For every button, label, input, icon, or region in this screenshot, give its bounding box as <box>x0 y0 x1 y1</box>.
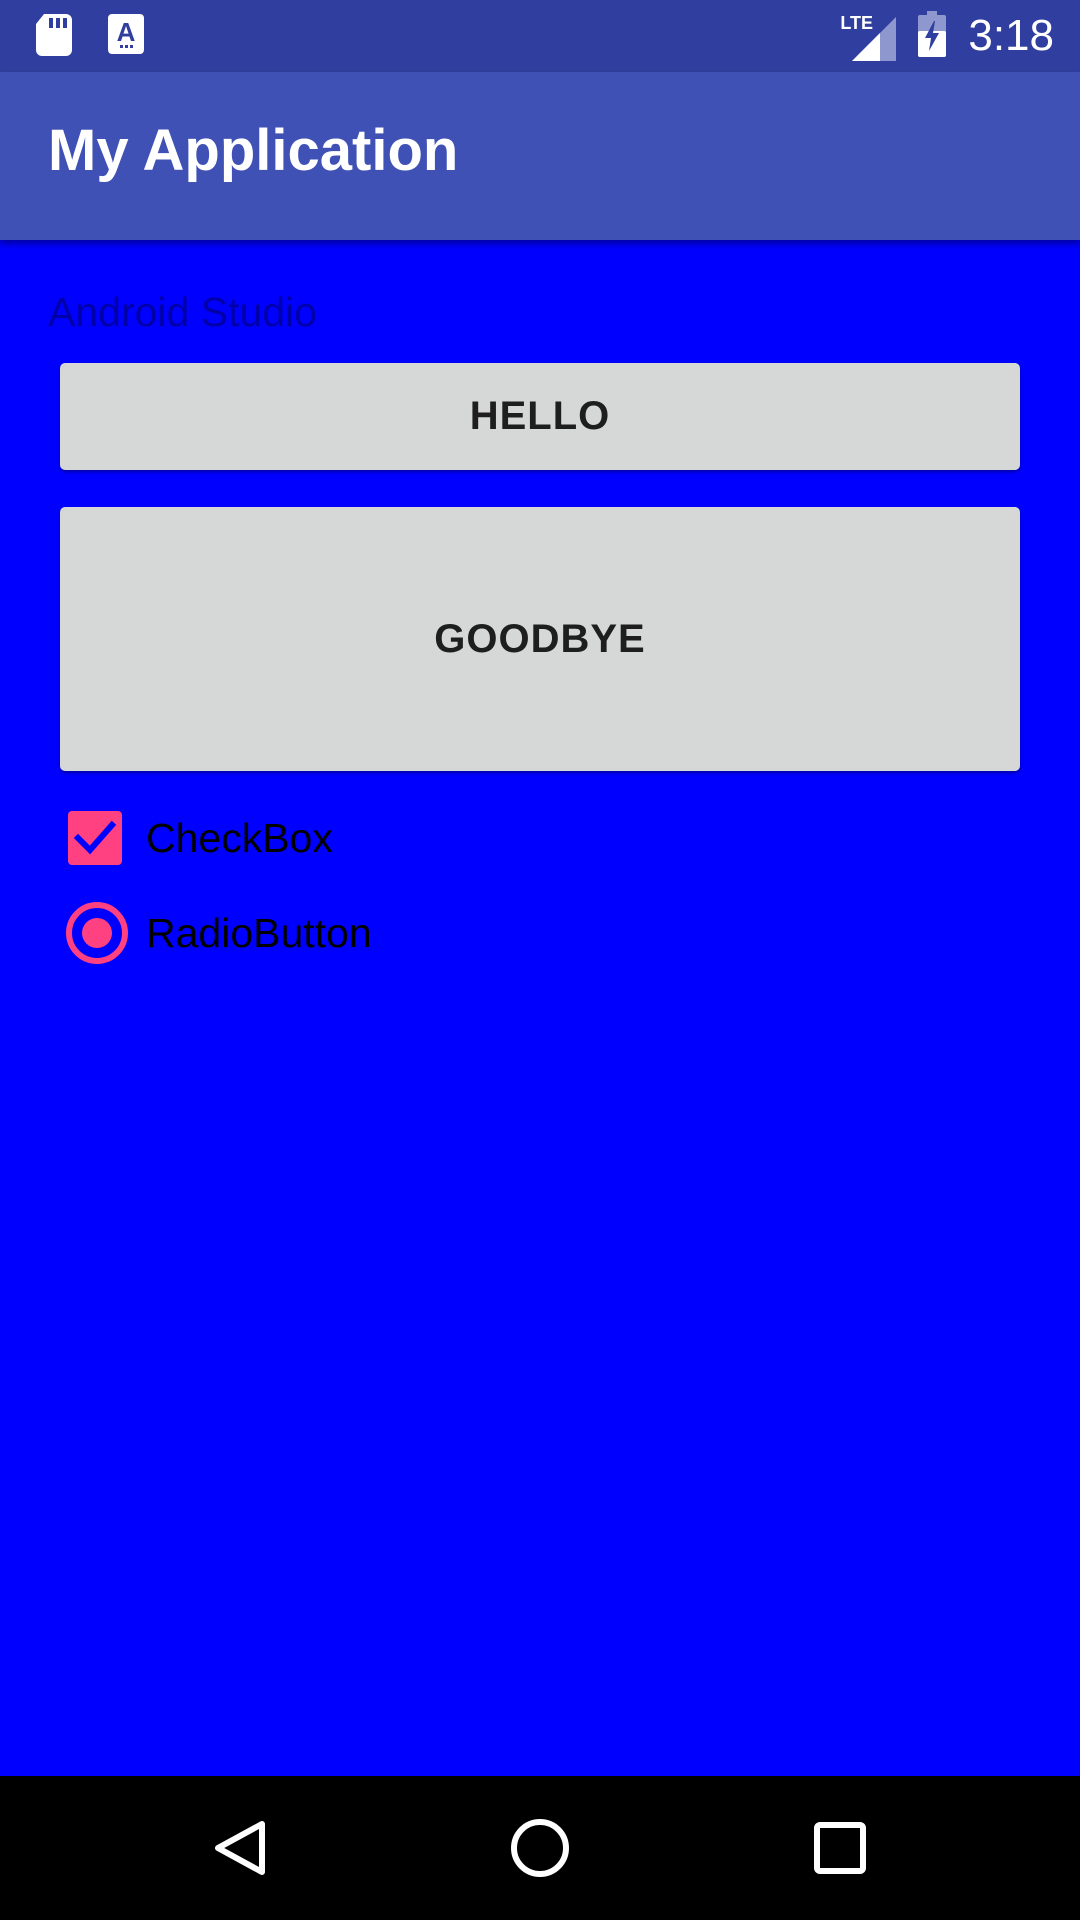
svg-text:A: A <box>117 17 136 47</box>
status-right-group: LTE 3:18 <box>840 0 1054 72</box>
android-studio-label: Android Studio <box>48 289 317 335</box>
lte-label: LTE <box>840 13 874 33</box>
recents-icon[interactable] <box>760 1776 920 1920</box>
checkbox-row[interactable]: CheckBox <box>62 808 333 868</box>
radio-label: RadioButton <box>146 909 372 956</box>
status-bar: A LTE 3:18 <box>0 0 1080 72</box>
hello-button[interactable]: HELLO <box>60 363 1020 470</box>
navigation-bar <box>0 1776 1080 1920</box>
radio-button[interactable] <box>66 902 128 964</box>
checkbox-label: CheckBox <box>146 814 333 861</box>
lte-signal-icon: LTE <box>840 11 897 61</box>
home-icon[interactable] <box>460 1776 620 1920</box>
back-icon[interactable] <box>160 1776 320 1920</box>
radio-dot-icon <box>82 918 112 948</box>
status-time: 3:18 <box>968 11 1054 60</box>
battery-charging-icon <box>918 10 947 62</box>
app-bar: My Application <box>0 72 1080 240</box>
sd-card-icon <box>36 14 72 61</box>
check-icon <box>73 820 117 855</box>
app-title: My Application <box>48 118 459 183</box>
checkbox[interactable] <box>68 811 122 865</box>
radio-row[interactable]: RadioButton <box>62 902 372 964</box>
goodbye-button[interactable]: GOODBYE <box>60 507 1020 771</box>
app-screen: A LTE 3:18 My Application Android Studio… <box>0 0 1080 1920</box>
keyboard-a-icon: A <box>108 14 144 61</box>
